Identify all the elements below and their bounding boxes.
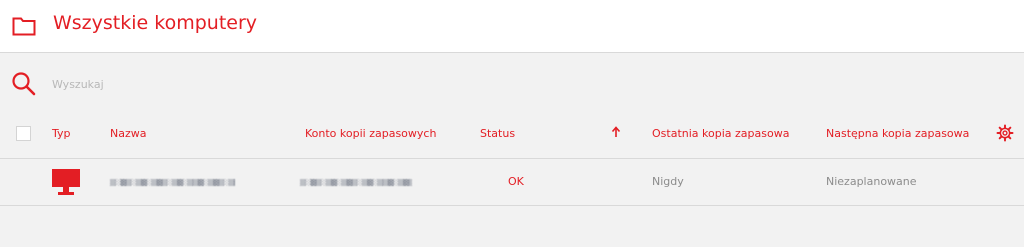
- last-backup-value: Nigdy: [652, 175, 684, 188]
- column-header-next-backup[interactable]: Następna kopia zapasowa: [826, 127, 969, 140]
- page-title: Wszystkie komputery: [53, 12, 258, 34]
- folder-icon: [12, 17, 36, 36]
- next-backup-value: Niezaplanowane: [826, 175, 917, 188]
- gear-icon[interactable]: [996, 124, 1014, 142]
- column-header-type[interactable]: Typ: [52, 127, 71, 140]
- computer-name-redacted: ▒░▓▒░▒▓░▒▓▒░▒▓░▒▒▓░▒▓▒░▒▓░▒▓▒: [110, 179, 235, 186]
- column-header-backup-account[interactable]: Konto kopii zapasowych: [305, 127, 436, 140]
- arrow-up-icon[interactable]: [611, 126, 621, 138]
- column-header-last-backup[interactable]: Ostatnia kopia zapasowa: [652, 127, 789, 140]
- search-icon[interactable]: [11, 71, 37, 97]
- column-header-name[interactable]: Nazwa: [110, 127, 146, 140]
- monitor-icon: [52, 169, 80, 195]
- select-all-checkbox[interactable]: [16, 126, 31, 141]
- table-row[interactable]: ▒░▓▒░▒▓░▒▓▒░▒▓░▒▒▓░▒▓▒░▒▓░▒▓▒ ▒░▓▒░▒▓░▒▓…: [0, 158, 1024, 206]
- page-header: Wszystkie komputery: [0, 0, 1024, 53]
- column-header-status[interactable]: Status: [480, 127, 515, 140]
- status-value: OK: [508, 175, 524, 188]
- backup-account-redacted: ▒░▓▒░▒▓░▒▓▒░▒▓░▒▒▓░▒▓▒░▒▓░: [300, 179, 412, 186]
- search-input[interactable]: [50, 73, 354, 95]
